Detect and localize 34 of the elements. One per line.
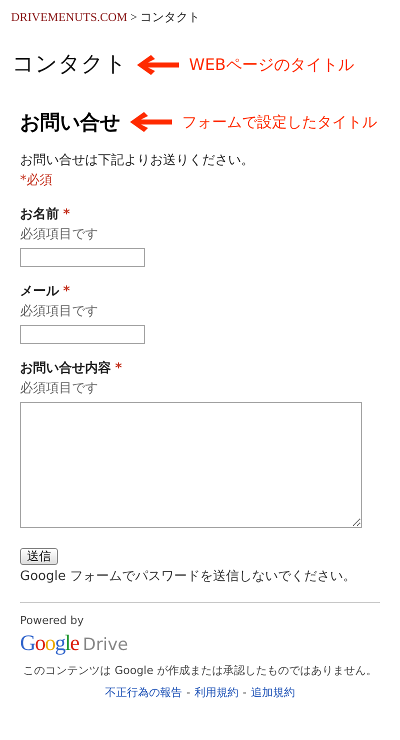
annotation-text: フォームで設定したタイトル — [182, 112, 377, 133]
breadcrumb-current: コンタクト — [140, 10, 200, 24]
message-field[interactable] — [20, 402, 362, 528]
link-separator: - — [186, 686, 190, 699]
form-title: お問い合せ — [20, 109, 120, 136]
field-label: メール — [20, 284, 59, 299]
warning-text: Google フォームでパスワードを送信しないでください。 — [20, 568, 357, 586]
required-mark: * — [63, 207, 70, 222]
input-field[interactable] — [20, 248, 145, 267]
page-title: コンタクト — [12, 51, 127, 79]
help-text: 必須項目です — [20, 226, 99, 244]
product-name: Drive — [82, 634, 128, 656]
help-text: 必須項目です — [20, 302, 99, 320]
required-note: *必須 — [20, 172, 54, 190]
breadcrumb-link[interactable]: DRIVEMENUTS.COM — [11, 10, 128, 24]
footer-link[interactable]: 利用規約 — [194, 686, 238, 699]
annotation-text: WEBページのタイトル — [189, 54, 354, 76]
footer-link[interactable]: 不正行為の報告 — [105, 686, 182, 699]
required-mark: * — [115, 361, 122, 376]
disclaimer-text: このコンテンツは Google が作成または承認したものではありません。 — [22, 662, 378, 678]
input-field[interactable] — [20, 325, 145, 344]
google-logo: Google — [20, 628, 79, 657]
field-label: お名前 — [20, 207, 59, 222]
required-mark: * — [63, 284, 70, 299]
arrow-icon — [135, 54, 181, 76]
powered-by-text: Powered by — [20, 613, 85, 629]
footer-link[interactable]: 追加規約 — [250, 686, 295, 699]
form-description: お問い合せは下記よりお送りください。 — [20, 152, 255, 170]
arrow-icon — [128, 111, 174, 133]
submit-button[interactable]: 送信 — [20, 548, 58, 565]
breadcrumb-separator: > — [130, 10, 138, 24]
help-text: 必須項目です — [20, 380, 99, 398]
field-label: お問い合せ内容 — [20, 361, 111, 376]
link-separator: - — [242, 686, 247, 699]
